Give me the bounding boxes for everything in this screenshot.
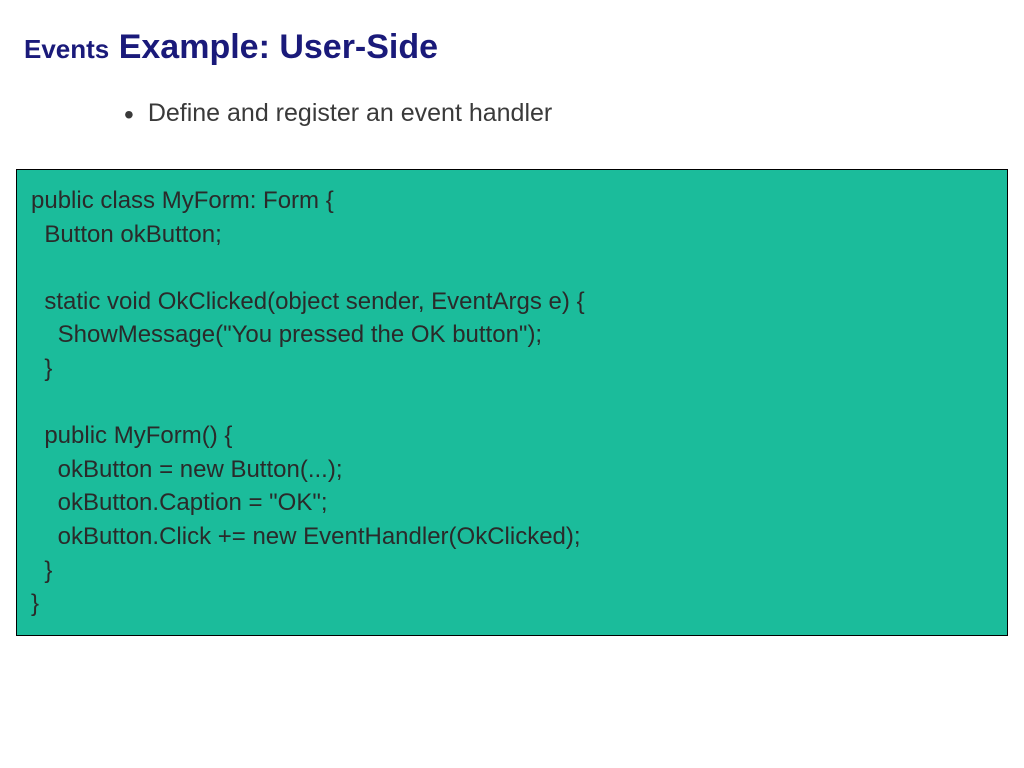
bullet-text: Define and register an event handler [148, 99, 552, 128]
title-prefix: Events [24, 34, 109, 64]
slide-title: Events Example: User-Side [24, 28, 1000, 67]
code-block: public class MyForm: Form { Button okBut… [16, 169, 1008, 636]
slide-container: Events Example: User-Side • Define and r… [0, 0, 1024, 656]
bullet-item: • Define and register an event handler [124, 99, 1000, 129]
bullet-dot-icon: • [124, 101, 134, 129]
bullet-list: • Define and register an event handler [124, 99, 1000, 129]
title-main: Example: User-Side [109, 28, 438, 66]
